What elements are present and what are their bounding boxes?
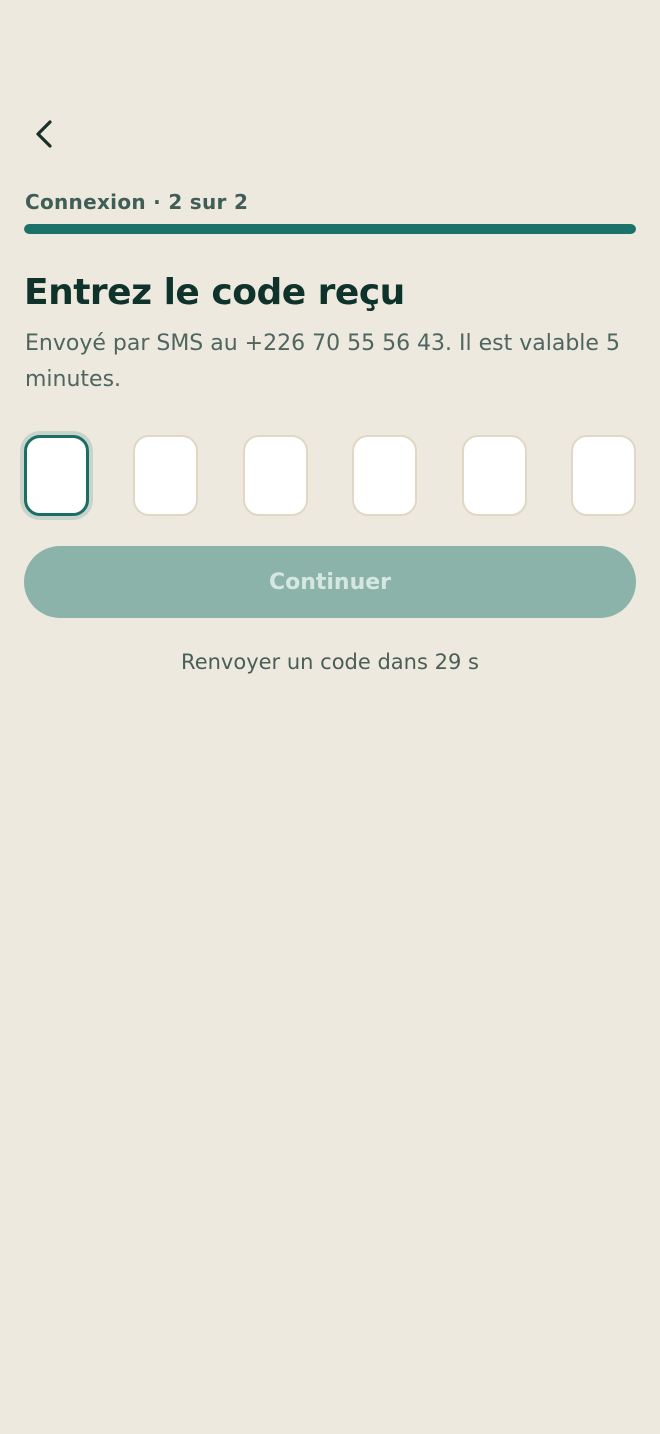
page-subtitle: Envoyé par SMS au +226 70 55 56 43. Il e… <box>25 331 620 392</box>
resend-timer: Renvoyer un code dans 29 s <box>181 650 479 674</box>
back-button[interactable] <box>22 112 66 156</box>
otp-digit-input[interactable] <box>352 435 418 516</box>
step-indicator: Connexion · 2 sur 2 <box>25 190 249 214</box>
otp-screen: Connexion · 2 sur 2 Entrez le code reçu … <box>0 0 660 1434</box>
otp-digit-input[interactable] <box>242 435 308 516</box>
chevron-left-icon <box>36 120 52 148</box>
otp-input-group <box>24 435 636 516</box>
page-title: Entrez le code reçu <box>24 272 405 313</box>
progress-fill <box>24 224 636 234</box>
otp-digit-input[interactable] <box>133 435 199 516</box>
otp-digit-input[interactable] <box>461 435 527 516</box>
continue-button[interactable]: Continuer <box>24 546 636 618</box>
otp-digit-input[interactable] <box>24 435 89 516</box>
progress-bar <box>24 224 636 234</box>
otp-digit-input[interactable] <box>570 435 636 516</box>
